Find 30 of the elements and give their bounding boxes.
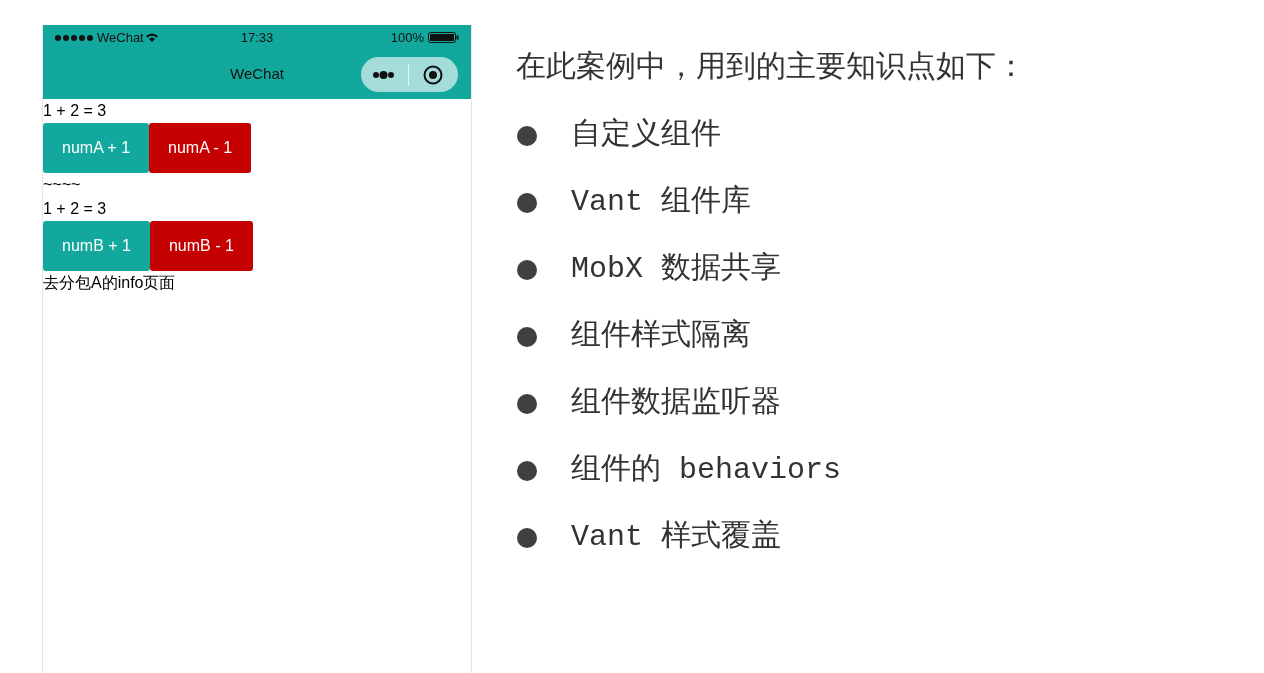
content-text: 1 + 2 = 3 bbox=[43, 101, 107, 121]
bullet-text: 组件的 behaviors bbox=[571, 452, 842, 489]
wifi-icon bbox=[145, 33, 158, 42]
bullet-text: Vant 样式覆盖 bbox=[571, 518, 781, 556]
slide-heading: 在此案例中，用到的主要知识点如下： bbox=[516, 49, 1026, 87]
content-text: ~~~~ bbox=[43, 175, 81, 195]
bullet-text: 组件数据监听器 bbox=[571, 385, 781, 422]
bullet-text: Vant 组件库 bbox=[571, 183, 751, 221]
content-text: 去分包A的info页面 bbox=[43, 273, 176, 293]
bullet-text: 自定义组件 bbox=[571, 116, 721, 154]
target-icon[interactable] bbox=[423, 64, 443, 85]
bullet-text: 组件样式隔离 bbox=[571, 317, 751, 355]
time-text: 17:33 bbox=[240, 28, 274, 47]
counter-button[interactable]: numB - 1 bbox=[149, 221, 253, 271]
carrier-text: WeChat bbox=[97, 28, 144, 47]
content-text: 1 + 2 = 3 bbox=[43, 199, 107, 219]
bullet-icon bbox=[517, 460, 537, 481]
bullet-icon bbox=[517, 393, 537, 414]
bullet-icon bbox=[517, 326, 537, 347]
nav-title: WeChat bbox=[230, 64, 284, 85]
bullet-text: MobX 数据共享 bbox=[571, 251, 781, 288]
bullet-icon bbox=[517, 125, 537, 146]
signal-icon bbox=[55, 34, 93, 41]
bullet-icon bbox=[517, 259, 537, 280]
bullet-icon bbox=[517, 527, 537, 548]
battery-text: 100% bbox=[390, 28, 424, 47]
battery-icon bbox=[428, 32, 459, 43]
bullet-icon bbox=[517, 192, 537, 213]
counter-button[interactable]: numA - 1 bbox=[149, 123, 252, 173]
more-icon[interactable] bbox=[373, 70, 394, 79]
